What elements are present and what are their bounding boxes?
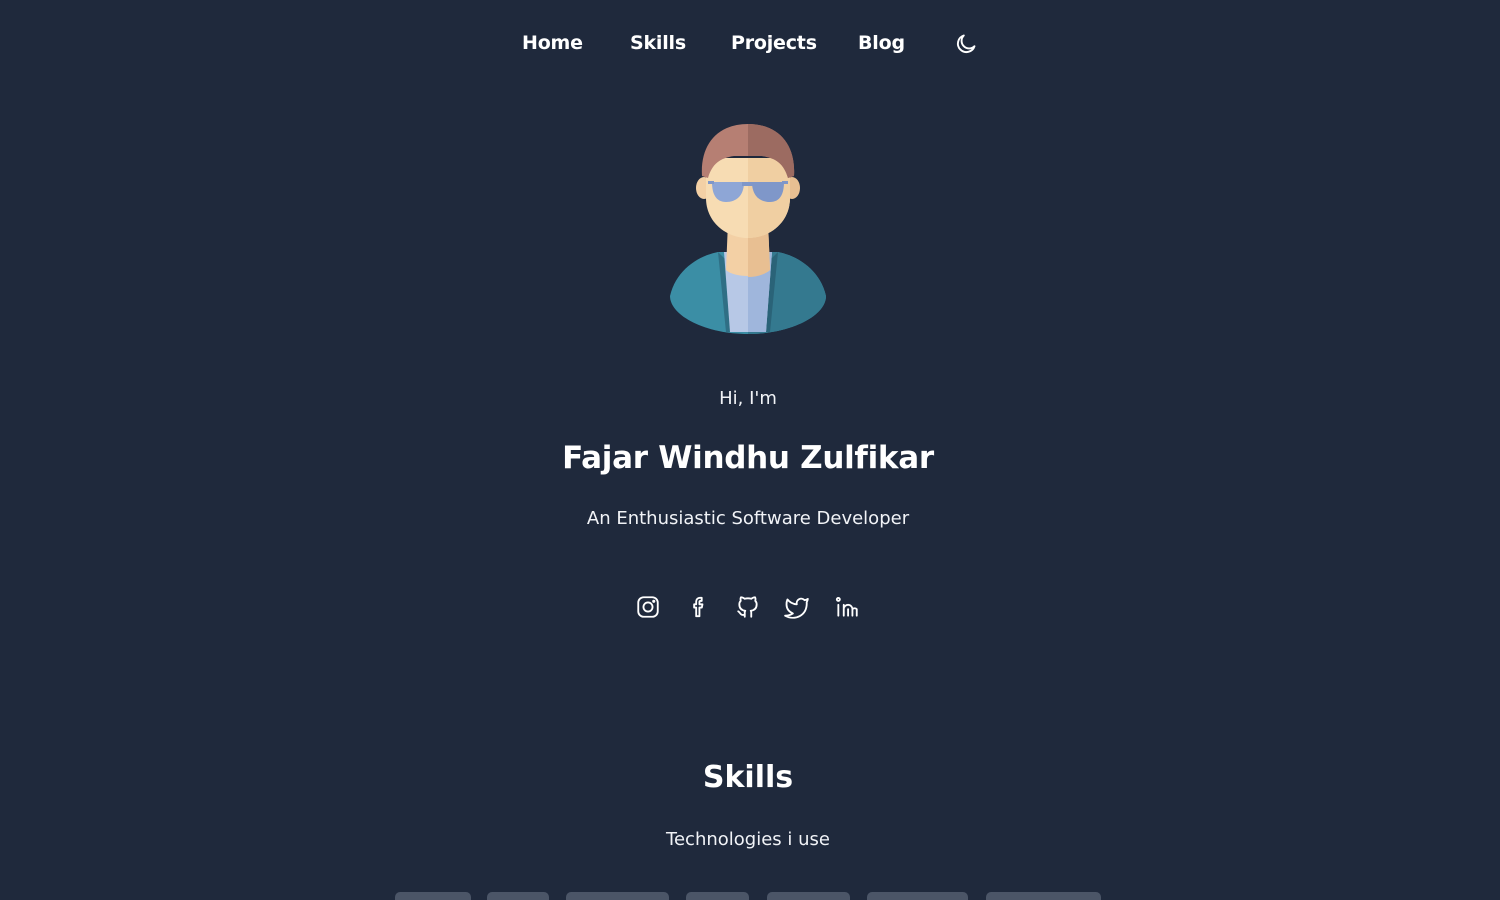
avatar — [666, 118, 830, 338]
skills-section-subtitle: Technologies i use — [666, 829, 830, 850]
github-icon — [737, 596, 758, 618]
skill-chip — [487, 892, 549, 900]
linkedin-icon — [835, 596, 858, 617]
hero-tagline: An Enthusiastic Software Developer — [586, 508, 910, 529]
twitter-link[interactable] — [784, 594, 810, 620]
hero-greeting: Hi, I'm — [719, 388, 777, 409]
facebook-icon — [693, 596, 704, 618]
social-links — [0, 594, 1500, 622]
skill-chip — [867, 892, 968, 900]
facebook-link[interactable] — [686, 594, 712, 620]
skill-chip — [395, 892, 471, 900]
github-link[interactable] — [735, 594, 761, 620]
nav-link-projects[interactable]: Projects — [731, 32, 817, 54]
instagram-link[interactable] — [635, 594, 661, 620]
skills-section-title: Skills — [702, 760, 794, 795]
page: Home Skills Projects Blog Hi, I'm Fajar … — [0, 0, 1500, 900]
skill-chip — [686, 892, 749, 900]
skill-chip — [986, 892, 1101, 900]
developer-avatar-illustration — [670, 124, 826, 334]
instagram-icon — [637, 596, 659, 618]
nav-link-skills[interactable]: Skills — [630, 32, 686, 54]
twitter-icon — [784, 597, 809, 619]
skill-chip — [767, 892, 850, 900]
skill-chip — [566, 892, 669, 900]
moon-icon — [957, 34, 976, 53]
nav-link-home[interactable]: Home — [522, 32, 583, 54]
theme-toggle-button[interactable] — [954, 32, 978, 56]
top-navigation: Home Skills Projects Blog — [0, 28, 1500, 62]
hero-name: Fajar Windhu Zulfikar — [562, 440, 934, 476]
linkedin-link[interactable] — [834, 594, 860, 620]
nav-link-blog[interactable]: Blog — [858, 32, 905, 54]
